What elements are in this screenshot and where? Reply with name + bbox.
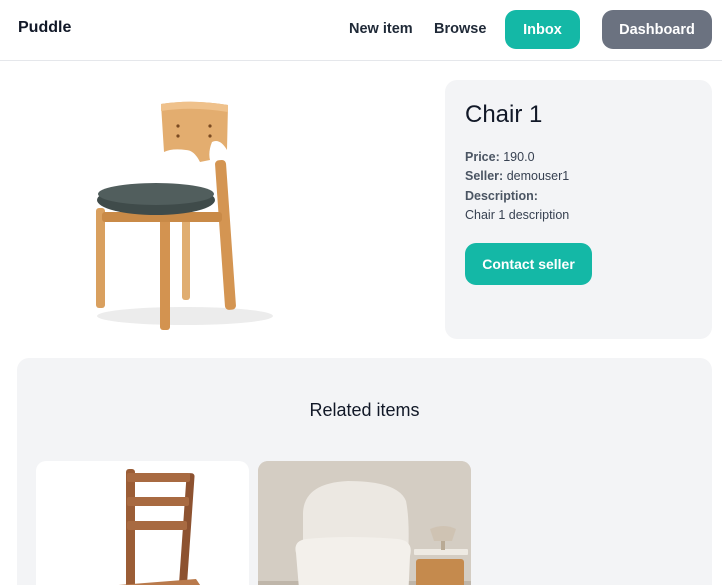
inbox-button[interactable]: Inbox bbox=[505, 10, 580, 49]
description-label: Description: bbox=[465, 189, 538, 203]
description-text: Chair 1 description bbox=[465, 208, 570, 222]
related-item-card[interactable] bbox=[36, 461, 249, 585]
price-value: 190.0 bbox=[503, 150, 535, 164]
contact-seller-button[interactable]: Contact seller bbox=[465, 243, 592, 285]
browse-link[interactable]: Browse bbox=[434, 21, 486, 37]
related-item-image bbox=[258, 461, 471, 585]
product-image bbox=[96, 101, 273, 330]
price-label: Price: bbox=[465, 150, 500, 164]
dashboard-button[interactable]: Dashboard bbox=[602, 10, 712, 49]
item-title: Chair 1 bbox=[465, 101, 543, 128]
price-row: Price: 190.0 bbox=[465, 150, 535, 164]
brand-logo-link[interactable]: Puddle bbox=[18, 19, 71, 37]
description-label-row: Description: bbox=[465, 189, 538, 203]
top-navbar: Puddle New item Browse Inbox Dashboard bbox=[0, 0, 722, 61]
seller-row: Seller: demouser1 bbox=[465, 169, 569, 183]
new-item-link[interactable]: New item bbox=[349, 21, 413, 37]
related-items-title: Related items bbox=[309, 400, 420, 420]
related-item-card[interactable] bbox=[258, 461, 471, 585]
item-details-card: Chair 1 Price: 190.0 Seller: demouser1 D… bbox=[445, 80, 712, 339]
related-items-section: Related items bbox=[17, 358, 712, 585]
seller-label: Seller: bbox=[465, 169, 504, 183]
related-item-image bbox=[118, 469, 201, 585]
seller-value: demouser1 bbox=[506, 169, 570, 183]
